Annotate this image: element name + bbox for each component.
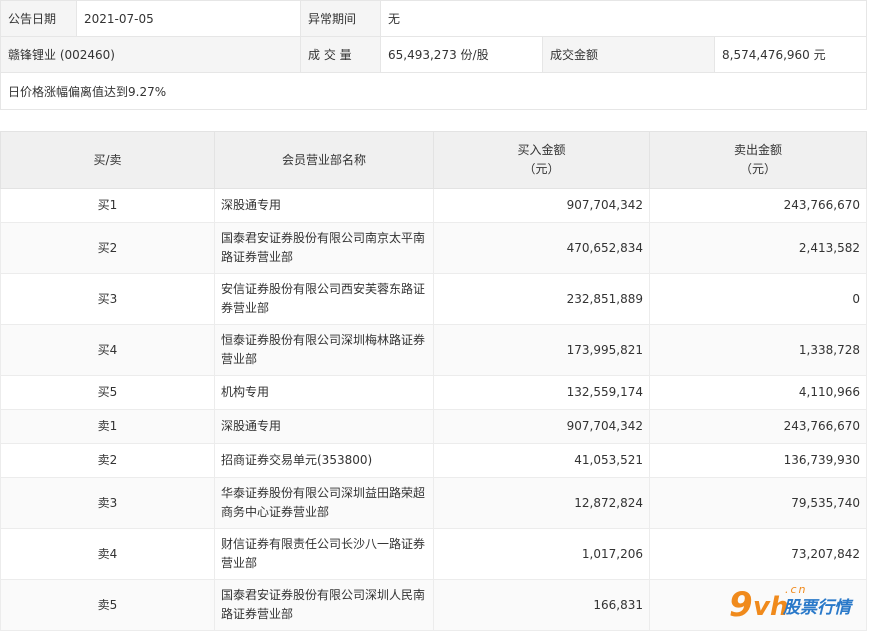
row-buy: 173,995,821 <box>433 324 650 376</box>
header-dept: 会员营业部名称 <box>214 131 434 189</box>
volume-label: 成 交 量 <box>300 36 381 73</box>
table-row: 买2 国泰君安证券股份有限公司南京太平南 路证券营业部 470,652,834 … <box>0 222 867 274</box>
row-side: 买2 <box>0 222 215 274</box>
table-row: 买3 安信证券股份有限公司西安芙蓉东路证 券营业部 232,851,889 0 <box>0 273 867 325</box>
row-dept-line2: 营业部 <box>221 352 258 366</box>
table-row: 买1 深股通专用 907,704,342 243,766,670 <box>0 188 867 223</box>
row-side: 买1 <box>0 188 215 223</box>
row-dept: 财信证券有限责任公司长沙八一路证券 营业部 <box>214 528 434 580</box>
announce-date-label: 公告日期 <box>0 0 77 37</box>
header-sell-line2: （元） <box>739 162 776 176</box>
table-row: 卖4 财信证券有限责任公司长沙八一路证券 营业部 1,017,206 73,20… <box>0 528 867 580</box>
abnormal-period-value: 无 <box>379 0 868 37</box>
table-row: 卖2 招商证券交易单元(353800) 41,053,521 136,739,9… <box>0 443 867 478</box>
row-dept: 机构专用 <box>214 375 434 410</box>
row-dept: 招商证券交易单元(353800) <box>214 443 434 478</box>
row-dept: 深股通专用 <box>214 188 434 223</box>
row-side: 买5 <box>0 375 215 410</box>
deviation-note: 日价格涨幅偏离值达到9.27% <box>0 72 868 110</box>
table-row: 卖1 深股通专用 907,704,342 243,766,670 <box>0 409 867 444</box>
row-dept-line1: 恒泰证券股份有限公司深圳梅林路证券 <box>221 333 426 347</box>
row-buy: 41,053,521 <box>433 443 650 478</box>
row-sell: 73,207,842 <box>649 528 867 580</box>
table-row: 卖5 国泰君安证券股份有限公司深圳人民南 路证券营业部 166,831 <box>0 579 867 631</box>
row-dept: 华泰证券股份有限公司深圳益田路荣超 商务中心证券营业部 <box>214 477 434 529</box>
row-side: 卖4 <box>0 528 215 580</box>
row-sell: 2,413,582 <box>649 222 867 274</box>
announcement-info-table: 公告日期 2021-07-05 异常期间 无 赣锋锂业 (002460) 成 交… <box>0 0 868 110</box>
row-dept-line1: 安信证券股份有限公司西安芙蓉东路证 <box>221 282 426 296</box>
row-dept-line1: 国泰君安证券股份有限公司南京太平南 <box>221 231 426 245</box>
row-buy: 470,652,834 <box>433 222 650 274</box>
info-row-date: 公告日期 2021-07-05 异常期间 无 <box>0 0 868 37</box>
header-side: 买/卖 <box>0 131 215 189</box>
row-dept-line2: 路证券营业部 <box>221 250 294 264</box>
header-sell-amount: 卖出金额 （元） <box>649 131 867 189</box>
row-dept-line1: 华泰证券股份有限公司深圳益田路荣超 <box>221 486 426 500</box>
row-side: 买3 <box>0 273 215 325</box>
row-side: 卖3 <box>0 477 215 529</box>
header-buy-line2: （元） <box>523 162 560 176</box>
row-buy: 907,704,342 <box>433 409 650 444</box>
row-sell: 136,739,930 <box>649 443 867 478</box>
turnover-label: 成交金额 <box>542 36 715 73</box>
row-dept: 安信证券股份有限公司西安芙蓉东路证 券营业部 <box>214 273 434 325</box>
row-sell: 4,110,966 <box>649 375 867 410</box>
row-sell: 1,338,728 <box>649 324 867 376</box>
row-dept-line1: 深股通专用 <box>221 198 282 212</box>
table-row: 买5 机构专用 132,559,174 4,110,966 <box>0 375 867 410</box>
turnover-value: 8,574,476,960 元 <box>713 36 868 73</box>
table-header-row: 买/卖 会员营业部名称 买入金额 （元） 卖出金额 （元） <box>0 131 867 189</box>
row-dept-line1: 国泰君安证券股份有限公司深圳人民南 <box>221 588 426 602</box>
trading-seats-table: 买/卖 会员营业部名称 买入金额 （元） 卖出金额 （元） 买1 深股通专用 9… <box>0 131 867 631</box>
row-sell: 243,766,670 <box>649 188 867 223</box>
row-buy: 232,851,889 <box>433 273 650 325</box>
row-dept-line1: 招商证券交易单元(353800) <box>221 453 373 467</box>
row-buy: 1,017,206 <box>433 528 650 580</box>
row-dept-line2: 商务中心证券营业部 <box>221 505 330 519</box>
table-row: 买4 恒泰证券股份有限公司深圳梅林路证券 营业部 173,995,821 1,3… <box>0 324 867 376</box>
row-dept: 国泰君安证券股份有限公司南京太平南 路证券营业部 <box>214 222 434 274</box>
row-dept-line2: 营业部 <box>221 556 258 570</box>
row-buy: 132,559,174 <box>433 375 650 410</box>
header-buy-line1: 买入金额 <box>517 143 566 157</box>
row-sell: 0 <box>649 273 867 325</box>
row-side: 卖5 <box>0 579 215 631</box>
volume-value: 65,493,273 份/股 <box>380 36 543 73</box>
info-row-note: 日价格涨幅偏离值达到9.27% <box>0 72 868 110</box>
row-dept-line1: 深股通专用 <box>221 419 282 433</box>
row-dept-line2: 路证券营业部 <box>221 607 294 621</box>
header-sell-line1: 卖出金额 <box>733 143 782 157</box>
row-sell <box>649 579 867 631</box>
row-dept: 国泰君安证券股份有限公司深圳人民南 路证券营业部 <box>214 579 434 631</box>
table-row: 卖3 华泰证券股份有限公司深圳益田路荣超 商务中心证券营业部 12,872,82… <box>0 477 867 529</box>
row-dept: 恒泰证券股份有限公司深圳梅林路证券 营业部 <box>214 324 434 376</box>
row-side: 卖1 <box>0 409 215 444</box>
row-dept-line2: 券营业部 <box>221 301 270 315</box>
announce-date-value: 2021-07-05 <box>76 0 301 37</box>
stock-name: 赣锋锂业 (002460) <box>0 36 301 73</box>
row-side: 卖2 <box>0 443 215 478</box>
row-dept-line1: 机构专用 <box>221 385 270 399</box>
row-sell: 243,766,670 <box>649 409 867 444</box>
row-buy: 12,872,824 <box>433 477 650 529</box>
abnormal-period-label: 异常期间 <box>300 0 381 37</box>
row-side: 买4 <box>0 324 215 376</box>
info-row-trade: 赣锋锂业 (002460) 成 交 量 65,493,273 份/股 成交金额 … <box>0 36 868 73</box>
header-buy-amount: 买入金额 （元） <box>433 131 650 189</box>
row-buy: 166,831 <box>433 579 650 631</box>
row-dept: 深股通专用 <box>214 409 434 444</box>
row-buy: 907,704,342 <box>433 188 650 223</box>
row-sell: 79,535,740 <box>649 477 867 529</box>
row-dept-line1: 财信证券有限责任公司长沙八一路证券 <box>221 537 426 551</box>
